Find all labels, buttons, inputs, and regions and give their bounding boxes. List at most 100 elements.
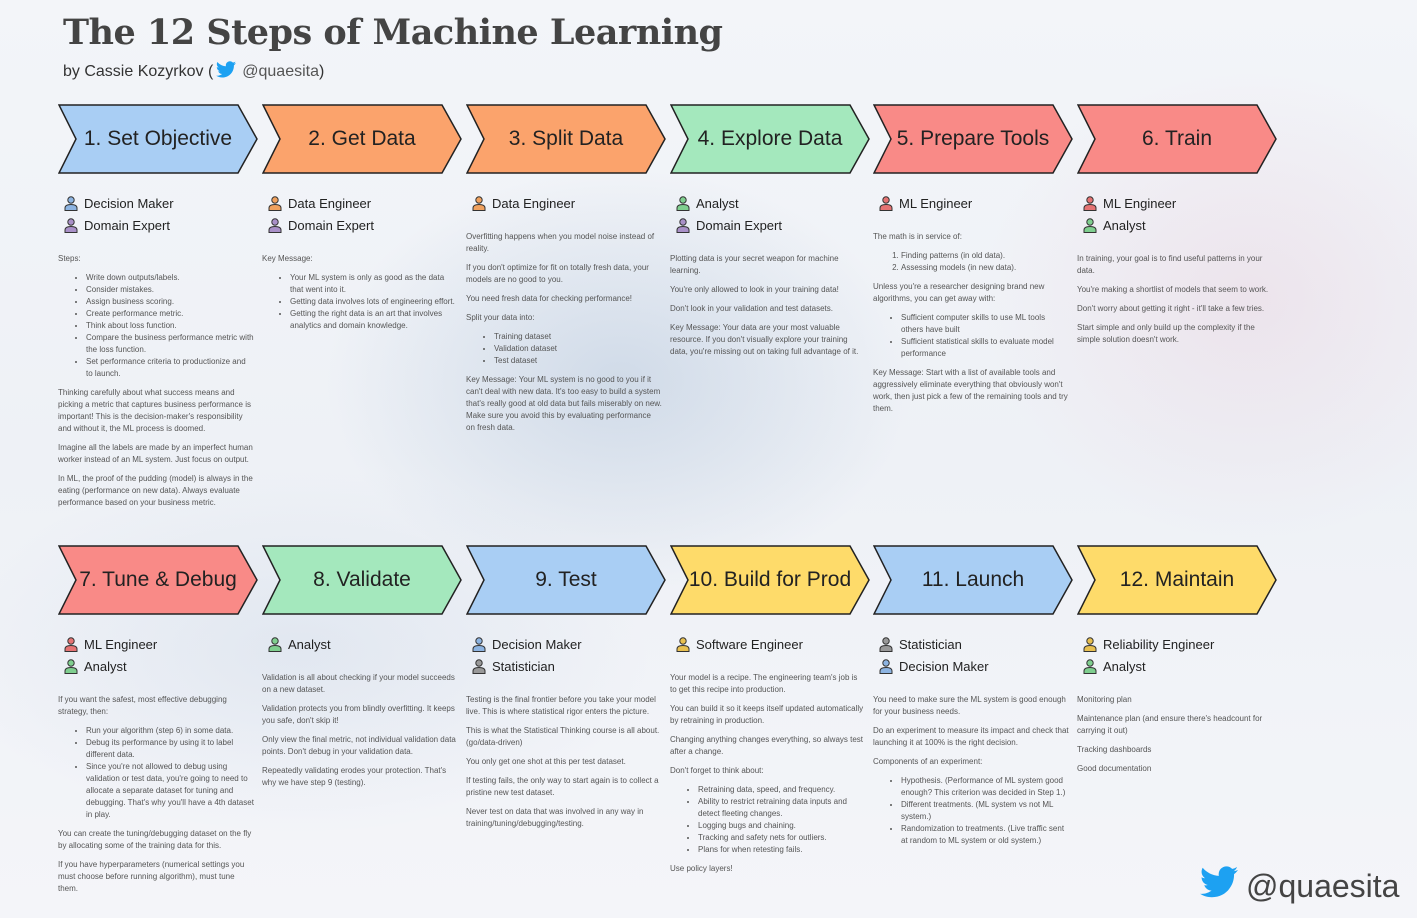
step-description: You need to make sure the ML system is g… <box>873 694 1069 847</box>
description-paragraph: In training, your goal is to find useful… <box>1077 254 1263 275</box>
description-paragraph: Don't look in your validation and test d… <box>670 304 833 313</box>
list-item: Retraining data, speed, and frequency. <box>698 784 866 796</box>
list-item: Assessing models (in new data). <box>901 262 1069 274</box>
person-icon <box>64 195 78 211</box>
description-paragraph: You need to make sure the ML system is g… <box>873 695 1066 716</box>
person-icon <box>64 658 78 674</box>
step-arrow: 1. Set Objective <box>58 104 258 174</box>
step-title: 8. Validate <box>313 568 411 591</box>
bullet-list: Your ML system is only as good as the da… <box>262 272 458 332</box>
description-paragraph: Start simple and only build up the compl… <box>1077 323 1255 344</box>
description-paragraph: Unless you're a researcher designing bra… <box>873 282 1045 303</box>
description-paragraph: Tracking dashboards <box>1077 745 1152 754</box>
role-name: Statistician <box>899 636 962 652</box>
step-column: 4. Explore Data Analyst Domain Expert Plott… <box>670 104 872 365</box>
description-paragraph: You need fresh data for checking perform… <box>466 294 633 303</box>
description-paragraph: Overfitting happens when you model noise… <box>466 232 655 253</box>
step-title: 1. Set Objective <box>83 127 233 150</box>
person-icon <box>1083 217 1097 233</box>
person-icon <box>472 195 486 211</box>
step-column: 3. Split Data Data Engineer Overfitting ha… <box>466 104 668 441</box>
role-name: Analyst <box>1103 217 1146 233</box>
signature-handle: @quaesita <box>1246 867 1400 904</box>
step-arrow: 6. Train <box>1077 104 1277 174</box>
role-item: Analyst <box>268 633 464 655</box>
step-arrow: 2. Get Data <box>262 104 462 174</box>
step-title: 10. Build for Prod <box>688 568 852 591</box>
step-column: 6. Train ML Engineer Analyst In training, y… <box>1077 104 1279 353</box>
person-icon <box>64 636 78 652</box>
description-paragraph: Split your data into: <box>466 313 535 322</box>
role-name: Domain Expert <box>84 217 170 233</box>
signature: @quaesita <box>1200 866 1399 906</box>
description-paragraph: Validation protects you from blindly ove… <box>262 704 455 725</box>
list-item: Training dataset <box>494 331 662 343</box>
description-paragraph: You can create the tuning/debugging data… <box>58 829 252 850</box>
person-icon <box>676 195 690 211</box>
list-item: Getting data involves lots of engineerin… <box>290 296 458 308</box>
step-arrow: 5. Prepare Tools <box>873 104 1073 174</box>
role-item: Domain Expert <box>64 214 260 236</box>
byline-suffix: ) <box>319 63 325 80</box>
step-description: Monitoring plan Maintenance plan (and ens… <box>1077 694 1273 775</box>
step-description: Your model is a recipe. The engineering … <box>670 672 866 875</box>
description-paragraph: Don't forget to think about: <box>670 766 764 775</box>
step-column: 7. Tune & Debug ML Engineer Analyst If you … <box>58 545 260 902</box>
step-column: 10. Build for Prod Software Engineer Your … <box>670 545 872 882</box>
description-paragraph: If testing fails, the only way to start … <box>466 776 659 797</box>
role-item: Analyst <box>64 655 260 677</box>
person-icon <box>1083 195 1097 211</box>
description-paragraph: You can build it so it keeps itself upda… <box>670 704 864 725</box>
role-name: Analyst <box>1103 658 1146 674</box>
role-item: ML Engineer <box>1083 192 1279 214</box>
role-name: ML Engineer <box>84 636 158 652</box>
list-item: Finding patterns (in old data). <box>901 250 1069 262</box>
list-item: Debug its performance by using it to lab… <box>86 737 254 761</box>
byline-prefix: by Cassie Kozyrkov ( <box>63 63 214 80</box>
role-name: Decision Maker <box>899 658 989 674</box>
role-item: Domain Expert <box>676 214 872 236</box>
step-roles: Decision Maker Statistician <box>472 633 668 677</box>
step-title: 12. Maintain <box>1119 568 1235 591</box>
byline: by Cassie Kozyrkov ( @quaesita ) <box>63 61 324 83</box>
role-item: Statistician <box>472 655 668 677</box>
bullet-list: Hypothesis. (Performance of ML system go… <box>873 775 1069 847</box>
list-item: Your ML system is only as good as the da… <box>290 272 458 296</box>
person-icon <box>268 636 282 652</box>
description-paragraph: Validation is all about checking if your… <box>262 673 455 694</box>
list-item: Create performance metric. <box>86 308 254 320</box>
list-item: Compare the business performance metric … <box>86 332 254 356</box>
step-roles: Data Engineer <box>472 192 668 214</box>
role-item: Domain Expert <box>268 214 464 236</box>
list-item: Hypothesis. (Performance of ML system go… <box>901 775 1069 799</box>
description-paragraph: Only view the final metric, not individu… <box>262 735 456 756</box>
description-paragraph: Key Message: Your ML system is no good t… <box>466 375 662 432</box>
role-name: Decision Maker <box>492 636 582 652</box>
role-item: Statistician <box>879 633 1075 655</box>
step-description: If you want the safest, most effective d… <box>58 694 254 895</box>
list-item: Different treatments. (ML system vs not … <box>901 799 1069 823</box>
description-paragraph: The math is in service of: <box>873 232 962 241</box>
role-name: Domain Expert <box>288 217 374 233</box>
list-item: Write down outputs/labels. <box>86 272 254 284</box>
description-paragraph: You only get one shot at this per test d… <box>466 757 626 766</box>
role-item: Analyst <box>1083 655 1279 677</box>
twitter-bird-icon <box>216 61 237 83</box>
step-title: 6. Train <box>1141 127 1213 150</box>
step-roles: Software Engineer <box>676 633 872 655</box>
list-item: Assign business scoring. <box>86 296 254 308</box>
step-title: 5. Prepare Tools <box>896 127 1050 150</box>
step-arrow: 4. Explore Data <box>670 104 870 174</box>
person-icon <box>268 195 282 211</box>
description-paragraph: Use policy layers! <box>670 864 733 873</box>
role-item: Decision Maker <box>879 655 1075 677</box>
role-name: ML Engineer <box>1103 195 1177 211</box>
step-description: The math is in service of: Finding patter… <box>873 231 1069 415</box>
list-item: Getting the right data is an art that in… <box>290 308 458 332</box>
description-paragraph: If you have hyperparameters (numerical s… <box>58 860 245 893</box>
role-item: Data Engineer <box>268 192 464 214</box>
role-name: Data Engineer <box>288 195 372 211</box>
person-icon <box>676 636 690 652</box>
twitter-bird-icon <box>1200 866 1238 906</box>
list-item: Set performance criteria to productioniz… <box>86 356 254 380</box>
